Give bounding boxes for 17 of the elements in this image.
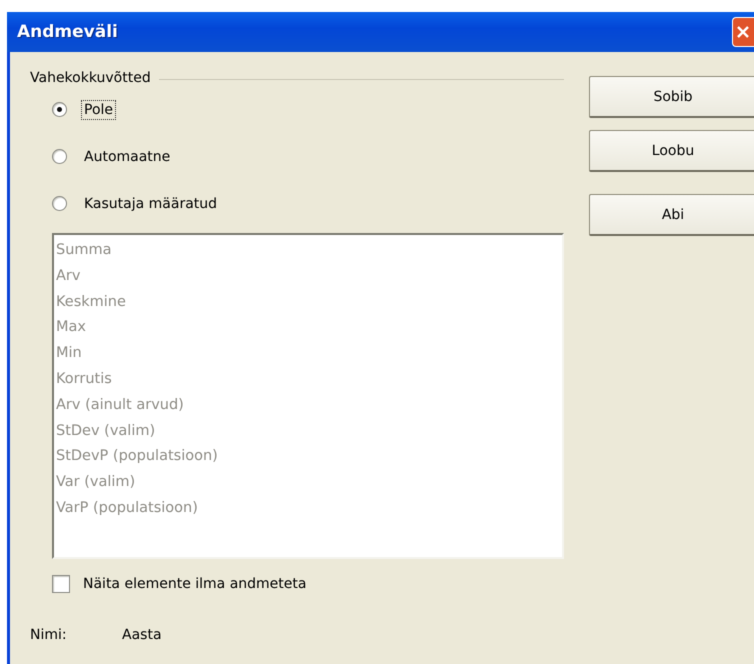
radio-button[interactable] (52, 149, 67, 164)
close-icon (737, 26, 749, 38)
radio-button[interactable] (52, 196, 67, 211)
window-title: Andmeväli (17, 22, 118, 42)
close-button[interactable] (732, 17, 754, 47)
dialog-button[interactable]: Loobu (589, 130, 754, 172)
checkbox[interactable] (52, 575, 70, 593)
group-label: Vahekokkuvõtted (30, 70, 151, 86)
radio-label[interactable]: Pole (81, 100, 116, 120)
checkbox-label[interactable]: Näita elemente ilma andmeteta (83, 576, 306, 592)
dialog-button[interactable]: Sobib (589, 76, 754, 118)
dialog-button[interactable]: Abi (589, 194, 754, 236)
name-value: Aasta (122, 627, 162, 643)
radio-button[interactable] (52, 102, 67, 117)
radio-label[interactable]: Automaatne (81, 146, 174, 166)
radio-label[interactable]: Kasutaja määratud (81, 194, 220, 214)
name-label: Nimi: (30, 627, 68, 643)
